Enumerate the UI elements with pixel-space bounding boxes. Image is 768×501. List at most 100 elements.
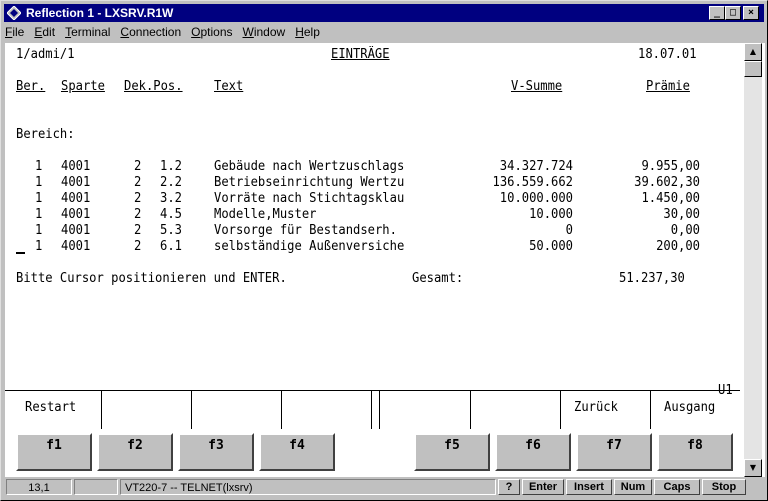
terminal-screen[interactable]: 1/admi/1 EINTRÄGE 18.07.01 Ber. Sparte D…: [5, 43, 743, 477]
f3-button[interactable]: f3: [178, 433, 254, 471]
section-label: Bereich:: [16, 127, 75, 142]
cell-vsumme: 0: [565, 223, 573, 238]
scroll-thumb[interactable]: [744, 61, 762, 77]
total-value: 51.237,30: [619, 271, 685, 286]
screen-date: 18.07.01: [638, 47, 697, 62]
cell-ber: 1: [35, 207, 43, 222]
title-bar[interactable]: Reflection 1 - LXSRV.R1W _ □ ×: [4, 4, 764, 22]
cell-vsumme: 10.000.000: [499, 191, 573, 206]
f8-button[interactable]: f8: [657, 433, 733, 471]
cell-text: Vorräte nach Stichtagsklau: [214, 191, 405, 206]
reflection-window: Reflection 1 - LXSRV.R1W _ □ × File Edit T…: [0, 0, 768, 501]
f1-button[interactable]: f1: [16, 433, 92, 471]
menu-help[interactable]: Help: [295, 25, 320, 39]
col-header-text: Text: [214, 79, 244, 94]
scroll-down-button[interactable]: ▼: [744, 459, 762, 477]
cell-dek: 2: [134, 159, 142, 174]
num-indicator[interactable]: Num: [614, 479, 652, 495]
screen-id: U1: [718, 383, 733, 398]
col-header-sparte: Sparte: [61, 79, 105, 94]
screen-title: EINTRÄGE: [331, 47, 390, 62]
softkey-label-restart: Restart: [25, 400, 77, 415]
cell-praemie: 1.450,00: [641, 191, 700, 206]
status-blank-panel: [74, 479, 118, 495]
col-header-dekpos: Dek.Pos.: [124, 79, 183, 94]
window-title: Reflection 1 - LXSRV.R1W: [26, 6, 174, 20]
cell-text: selbständige Außenversiche: [214, 239, 405, 254]
cell-ber: 1: [35, 159, 43, 174]
f2-button[interactable]: f2: [97, 433, 173, 471]
menu-window[interactable]: Window: [243, 25, 286, 39]
caps-indicator[interactable]: Caps: [654, 479, 700, 495]
cell-vsumme: 10.000: [529, 207, 573, 222]
vertical-scrollbar[interactable]: ▲ ▼: [744, 43, 762, 477]
f4-button[interactable]: f4: [259, 433, 335, 471]
cell-dek: 2: [134, 175, 142, 190]
cell-text: Modelle,Muster: [214, 207, 317, 222]
f7-button[interactable]: f7: [576, 433, 652, 471]
scroll-up-button[interactable]: ▲: [744, 43, 762, 61]
maximize-icon: □: [729, 7, 737, 18]
minimize-icon: _: [713, 7, 721, 18]
text-cursor: [16, 252, 25, 254]
f5-button[interactable]: f5: [414, 433, 490, 471]
softkey-separator: [101, 391, 102, 429]
cell-praemie: 200,00: [656, 239, 700, 254]
softkey-separator: [470, 391, 471, 429]
menu-options[interactable]: Options: [191, 25, 232, 39]
maximize-button[interactable]: □: [725, 6, 741, 20]
cell-praemie: 0,00: [670, 223, 700, 238]
terminal-client-area: 1/admi/1 EINTRÄGE 18.07.01 Ber. Sparte D…: [5, 43, 765, 477]
cell-sparte: 4001: [61, 223, 91, 238]
cell-vsumme: 34.327.724: [499, 159, 573, 174]
cell-dek: 2: [134, 207, 142, 222]
insert-indicator[interactable]: Insert: [566, 479, 612, 495]
cell-pos: 2.2: [160, 175, 182, 190]
status-bar: 13,1 VT220-7 -- TELNET(lxsrv) ? Enter In…: [4, 479, 764, 497]
softkey-separator: [371, 391, 372, 429]
cell-sparte: 4001: [61, 159, 91, 174]
close-button[interactable]: ×: [743, 6, 759, 20]
cell-sparte: 4001: [61, 207, 91, 222]
app-icon[interactable]: [7, 6, 21, 20]
arrow-up-icon: ▲: [749, 47, 757, 56]
cell-ber: 1: [35, 175, 43, 190]
softkey-label-ausgang: Ausgang: [664, 400, 716, 415]
cell-pos: 6.1: [160, 239, 182, 254]
softkey-separator: [281, 391, 282, 429]
menu-connection[interactable]: Connection: [120, 25, 181, 39]
cell-pos: 5.3: [160, 223, 182, 238]
arrow-down-icon: ▼: [749, 463, 757, 472]
cell-pos: 1.2: [160, 159, 182, 174]
softkey-divider: [5, 390, 740, 391]
screen-path: 1/admi/1: [16, 47, 75, 62]
cell-text: Vorsorge für Bestandserh.: [214, 223, 397, 238]
softkey-separator: [191, 391, 192, 429]
total-label: Gesamt:: [412, 271, 464, 286]
minimize-button[interactable]: _: [709, 6, 725, 20]
menu-bar: File Edit Terminal Connection Options Window H…: [5, 25, 330, 43]
menu-file[interactable]: File: [5, 25, 24, 39]
cursor-position: 13,1: [6, 479, 72, 495]
close-icon: ×: [747, 7, 755, 18]
softkey-separator: [650, 391, 651, 429]
softkey-label-zurueck: Zurück: [574, 400, 618, 415]
menu-edit[interactable]: Edit: [34, 25, 55, 39]
col-header-vsumme: V-Summe: [511, 79, 563, 94]
stop-indicator[interactable]: Stop: [702, 479, 746, 495]
cell-sparte: 4001: [61, 239, 91, 254]
menu-terminal[interactable]: Terminal: [65, 25, 110, 39]
cell-vsumme: 136.559.662: [492, 175, 573, 190]
help-button[interactable]: ?: [498, 479, 520, 495]
col-header-praemie: Prämie: [646, 79, 690, 94]
session-info: VT220-7 -- TELNET(lxsrv): [120, 479, 496, 495]
f6-button[interactable]: f6: [495, 433, 571, 471]
cell-ber: 1: [35, 191, 43, 206]
enter-indicator[interactable]: Enter: [522, 479, 564, 495]
cell-dek: 2: [134, 223, 142, 238]
cell-vsumme: 50.000: [529, 239, 573, 254]
prompt-text: Bitte Cursor positionieren und ENTER.: [16, 271, 287, 286]
cell-praemie: 39.602,30: [634, 175, 700, 190]
cell-ber: 1: [35, 239, 43, 254]
softkey-separator: [379, 391, 380, 429]
